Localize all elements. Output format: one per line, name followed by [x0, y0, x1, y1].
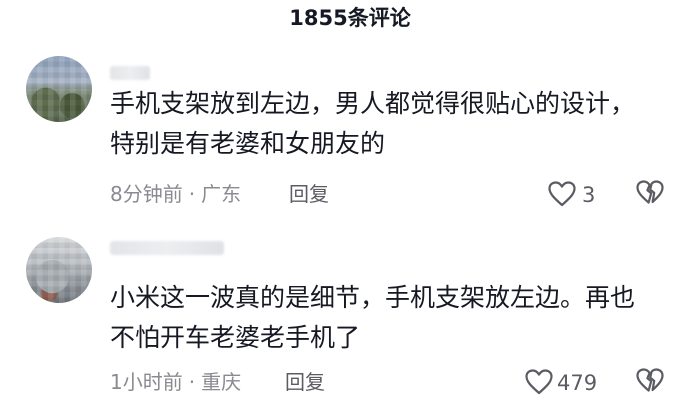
comment-text-line: 手机支架放到左边，男人都觉得很贴心的设计，	[110, 89, 636, 118]
reply-button[interactable]: 回复	[285, 369, 325, 395]
dislike-button[interactable]	[636, 180, 664, 210]
comment-text-line: 不怕开车老婆老手机了	[110, 323, 361, 352]
avatar[interactable]	[26, 237, 92, 303]
username-blurred[interactable]	[110, 66, 150, 80]
dislike-button[interactable]	[636, 368, 664, 398]
comment-text: 手机支架放到左边，男人都觉得很贴心的设计， 特别是有老婆和女朋友的	[110, 84, 670, 164]
comment-meta: 1小时前 · 重庆	[110, 369, 241, 395]
comment-time: 8分钟前	[110, 182, 183, 206]
like-count: 479	[557, 371, 598, 395]
avatar-mosaic	[26, 237, 92, 303]
comment-location: 重庆	[201, 370, 242, 394]
broken-heart-icon	[636, 368, 664, 392]
comments-count-title: 1855条评论	[289, 6, 411, 30]
like-count: 3	[582, 183, 596, 207]
avatar[interactable]	[26, 56, 92, 122]
comment-time: 1小时前	[110, 370, 183, 394]
heart-outline-icon	[548, 181, 576, 207]
reply-button[interactable]: 回复	[289, 181, 329, 207]
comment-meta: 8分钟前 · 广东	[110, 181, 241, 207]
comment-text-line: 小米这一波真的是细节，手机支架放左边。再也	[110, 283, 636, 312]
broken-heart-icon	[636, 180, 664, 204]
comment-text: 小米这一波真的是细节，手机支架放左边。再也 不怕开车老婆老手机了	[110, 278, 670, 358]
meta-separator: ·	[188, 182, 196, 206]
heart-outline-icon	[525, 369, 553, 395]
meta-separator: ·	[188, 370, 196, 394]
username-blurred[interactable]	[110, 241, 224, 255]
comment-text-line: 特别是有老婆和女朋友的	[110, 129, 386, 158]
comment-location: 广东	[201, 182, 242, 206]
avatar-mosaic	[26, 56, 92, 122]
